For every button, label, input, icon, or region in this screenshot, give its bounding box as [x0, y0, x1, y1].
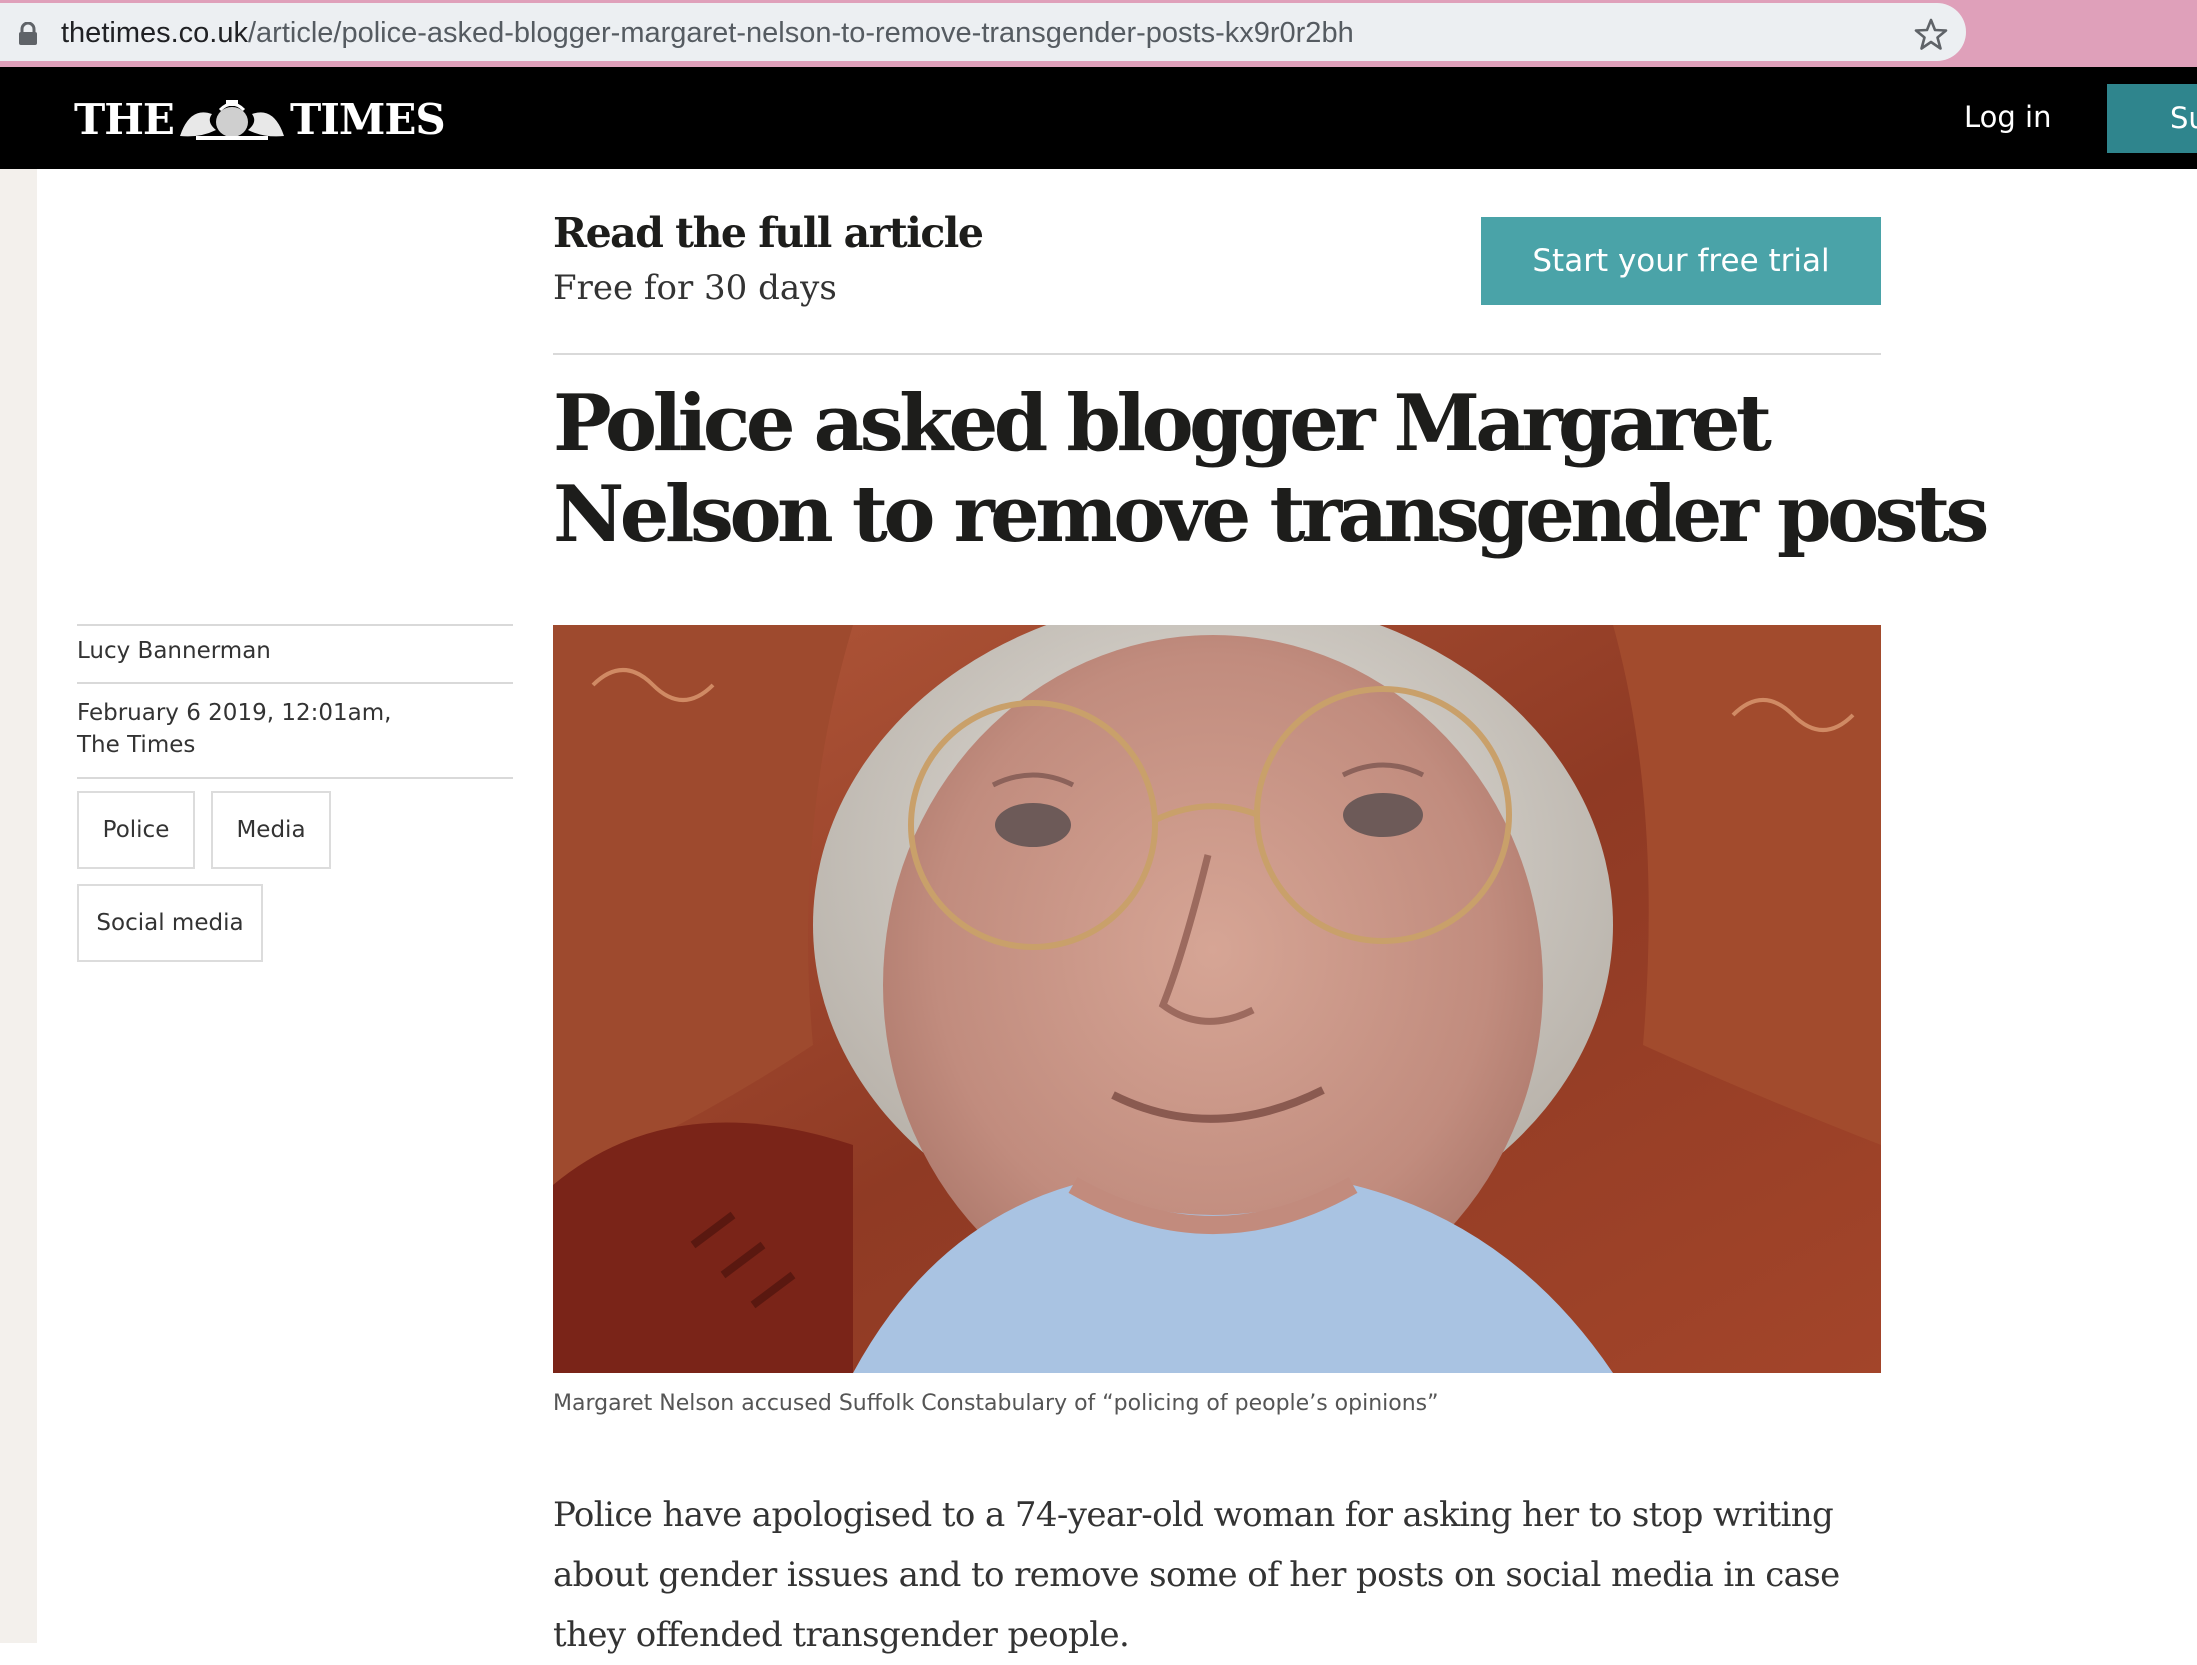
browser-toolbar: thetimes.co.uk/article/police-asked-blog…: [0, 0, 2197, 67]
free-trial-button[interactable]: Start your free trial: [1481, 217, 1881, 305]
url-host: thetimes.co.uk: [61, 17, 248, 49]
subscribe-button[interactable]: Su: [2107, 84, 2197, 153]
author-name[interactable]: Lucy Bannerman: [77, 634, 271, 668]
url-path: /article/police-asked-blogger-margaret-n…: [247, 17, 1354, 49]
url-text[interactable]: thetimes.co.uk/article/police-asked-blog…: [61, 16, 1354, 50]
divider: [77, 682, 513, 684]
left-gutter: [0, 169, 37, 1643]
logo-text-the: THE: [74, 94, 175, 144]
tag-social-media[interactable]: Social media: [77, 884, 263, 962]
divider: [77, 777, 513, 779]
lock-icon[interactable]: [17, 22, 39, 46]
crest-icon: [179, 100, 284, 140]
divider: [77, 624, 513, 626]
logo-text-times: TIMES: [289, 94, 446, 144]
headline-line: Nelson to remove transgender posts: [553, 469, 1989, 560]
login-link[interactable]: Log in: [1964, 97, 2051, 137]
tag-police[interactable]: Police: [77, 791, 195, 869]
body-line: about gender issues and to remove some o…: [553, 1555, 1840, 1595]
cta-subtitle: Free for 30 days: [553, 268, 837, 308]
body-line: they offended transgender people.: [553, 1615, 1130, 1655]
date-line: February 6 2019, 12:01am,: [77, 700, 392, 726]
the-times-logo[interactable]: THE TIMES: [74, 93, 446, 145]
headline-line: Police asked blogger Margaret: [553, 378, 1772, 469]
portrait-illustration: [553, 625, 1881, 1373]
publish-date: February 6 2019, 12:01am, The Times: [77, 697, 391, 761]
cta-title: Read the full article: [553, 209, 984, 257]
tag-media[interactable]: Media: [211, 791, 331, 869]
site-header: THE TIMES Log in Su: [0, 67, 2197, 169]
photo-caption: Margaret Nelson accused Suffolk Constabu…: [553, 1391, 1439, 1416]
article-photo: [553, 625, 1881, 1373]
publication-name: The Times: [77, 732, 196, 758]
article-headline: Police asked blogger Margaret Nelson to …: [553, 378, 1989, 560]
divider: [553, 353, 1881, 355]
article-body: Police have apologised to a 74-year-old …: [553, 1485, 1893, 1665]
body-line: Police have apologised to a 74-year-old …: [553, 1495, 1834, 1535]
address-bar[interactable]: thetimes.co.uk/article/police-asked-blog…: [0, 3, 1966, 61]
star-icon[interactable]: [1914, 17, 1948, 51]
